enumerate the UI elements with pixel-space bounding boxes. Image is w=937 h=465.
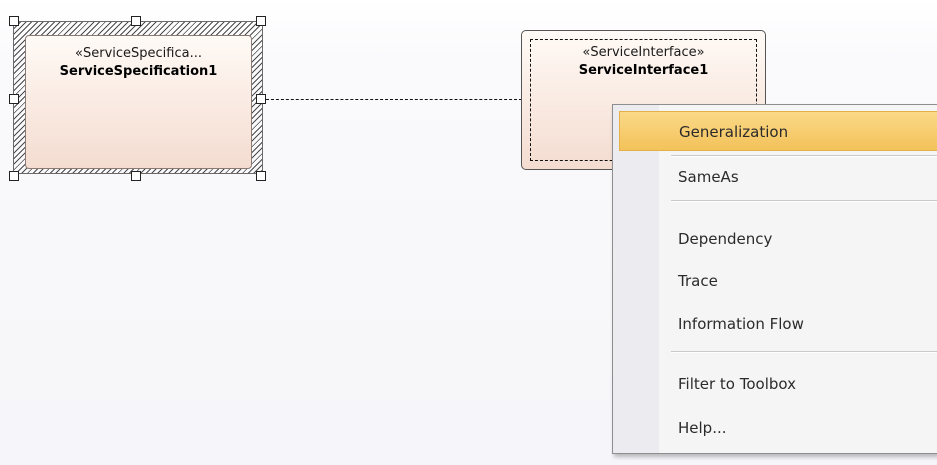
element-stereotype: «ServiceSpecifica...: [75, 46, 202, 61]
diagram-canvas[interactable]: «ServiceSpecifica... ServiceSpecificatio…: [0, 0, 937, 465]
menu-item-sameas[interactable]: SameAs: [619, 157, 937, 197]
element-name: ServiceSpecification1: [59, 64, 218, 79]
resize-handle-bottom-center[interactable]: [131, 171, 141, 181]
menu-item-label: Trace: [678, 272, 718, 290]
resize-handle-top-left[interactable]: [9, 16, 19, 26]
resize-handle-bottom-right[interactable]: [256, 171, 266, 181]
menu-item-label: Dependency: [678, 230, 773, 248]
resize-handle-top-center[interactable]: [131, 16, 141, 26]
resize-handle-middle-left[interactable]: [9, 94, 19, 104]
menu-item-label: SameAs: [678, 168, 739, 186]
menu-item-label: Filter to Toolbox: [678, 375, 796, 393]
resize-handle-bottom-left[interactable]: [9, 171, 19, 181]
element-stereotype: «ServiceInterface»: [582, 45, 705, 60]
connector-type-context-menu: Generalization SameAs Dependency Trace I…: [612, 104, 937, 454]
menu-item-information-flow[interactable]: Information Flow: [619, 304, 937, 344]
resize-handle-middle-right[interactable]: [256, 94, 266, 104]
menu-separator: [671, 200, 937, 202]
menu-item-trace[interactable]: Trace: [619, 261, 937, 301]
resize-handle-top-right[interactable]: [256, 16, 266, 26]
menu-item-label: Information Flow: [678, 315, 804, 333]
service-specification-element[interactable]: «ServiceSpecifica... ServiceSpecificatio…: [25, 35, 252, 169]
menu-item-label: Generalization: [679, 123, 789, 141]
menu-item-label: Help...: [678, 419, 727, 437]
menu-item-dependency[interactable]: Dependency: [619, 219, 937, 259]
element-name: ServiceInterface1: [578, 63, 709, 78]
menu-item-help[interactable]: Help...: [619, 408, 937, 448]
menu-item-filter-to-toolbox[interactable]: Filter to Toolbox: [619, 364, 937, 404]
menu-item-generalization[interactable]: Generalization: [619, 111, 937, 151]
connector-line[interactable]: [266, 99, 522, 100]
menu-separator: [671, 351, 937, 353]
